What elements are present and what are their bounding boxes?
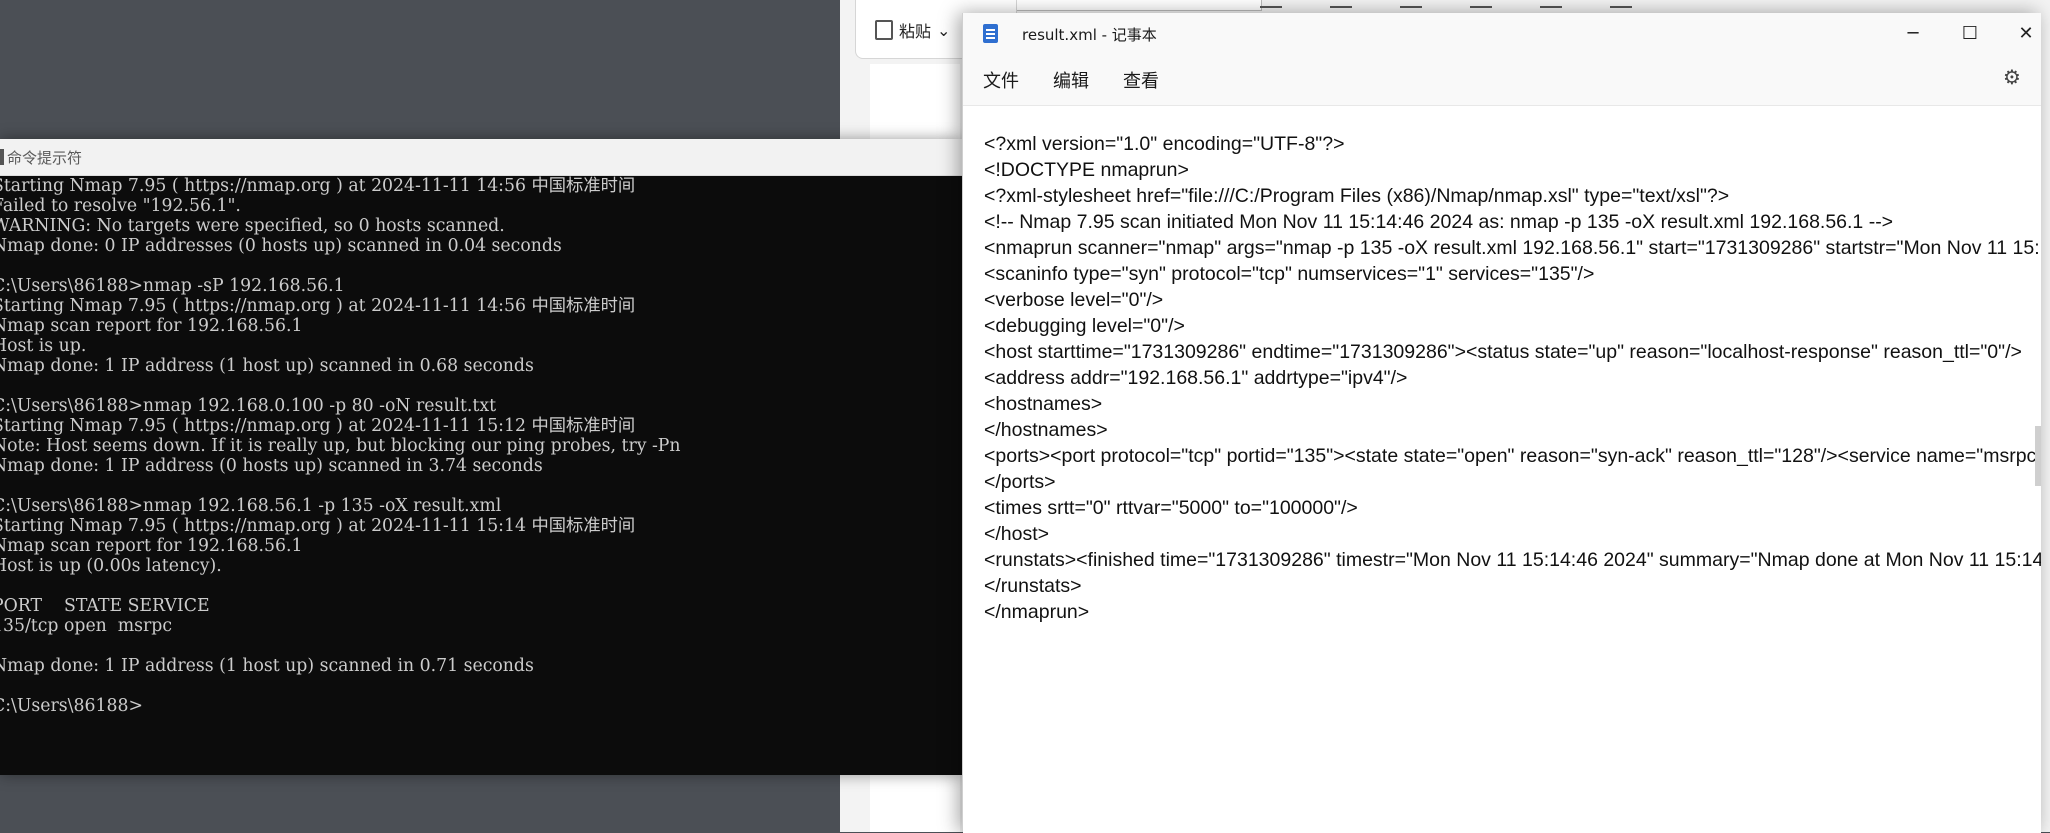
ribbon-icon[interactable] [1260,0,1282,8]
editor-line: <?xml-stylesheet href="file:///C:/Progra… [984,185,1730,207]
cmd-output-line: Starting Nmap 7.95 ( https://nmap.org ) … [0,176,636,196]
editor-line: </nmaprun> [984,601,1090,623]
cmd-output-line: Nmap done: 1 IP address (1 host up) scan… [0,656,534,676]
cmd-output-line [0,476,962,496]
editor-line: <verbose level="0"/> [984,289,1164,311]
editor-line: <runstats><finished time="1731309286" ti… [984,549,2041,571]
paste-button[interactable]: 粘贴 ⌄ [875,18,950,42]
cmd-title: 命令提示符 [7,149,83,167]
editor-line: <!DOCTYPE nmaprun> [984,159,1189,181]
ribbon-icon[interactable] [1400,0,1422,8]
cmd-output-line: C:\Users\86188>nmap -sP 192.168.56.1 [0,276,345,296]
cmd-output-line: Failed to resolve "192.56.1". [0,196,241,216]
cmd-output-line: Host is up. [0,336,87,356]
ribbon-icon[interactable] [1610,0,1632,8]
chevron-down-icon: ⌄ [937,20,951,40]
menu-view[interactable]: 查看 [1123,67,1159,93]
notepad-window[interactable]: result.xml - 记事本 ─ ☐ ✕ 文件 编辑 查看 ⚙ <?xml … [962,13,2041,833]
ribbon-icon[interactable] [1470,0,1492,8]
cmd-output-line: C:\Users\86188> [0,696,143,716]
cmd-output-line: PORT STATE SERVICE [0,596,210,616]
cmd-output-line: Starting Nmap 7.95 ( https://nmap.org ) … [0,296,636,316]
editor-line: </ports> [984,471,1056,493]
cmd-output-line [0,636,962,656]
editor-text[interactable]: <?xml version="1.0" encoding="UTF-8"?> <!… [984,131,2041,625]
menu-file[interactable]: 文件 [983,67,1019,93]
cmd-output-line [0,256,962,276]
editor-line: <host starttime="1731309286" endtime="17… [984,341,2022,363]
ribbon-icon[interactable] [1540,0,1562,8]
cmd-output-line: Starting Nmap 7.95 ( https://nmap.org ) … [0,416,636,436]
cmd-output-line: WARNING: No targets were specified, so 0… [0,216,505,236]
cmd-output-line: Nmap done: 1 IP address (0 hosts up) sca… [0,456,543,476]
cmd-output-line: 135/tcp open msrpc [0,616,173,636]
editor-line: </host> [984,523,1050,545]
editor-line: </runstats> [984,575,1082,597]
cmd-output-line [0,676,962,696]
editor-line: <address addr="192.168.56.1" addrtype="i… [984,367,1408,389]
cmd-output-line: C:\Users\86188>nmap 192.168.56.1 -p 135 … [0,496,502,516]
cmd-output-line: Host is up (0.00s latency). [0,556,222,576]
scrollbar[interactable] [2035,426,2041,486]
window-title: result.xml - 记事本 [1022,26,1157,44]
paste-label: 粘贴 [899,22,932,41]
cmd-output-line [0,376,962,396]
cmd-output[interactable]: Starting Nmap 7.95 ( https://nmap.org ) … [0,175,962,776]
terminal-icon [0,149,4,165]
menu-bar: 文件 编辑 查看 ⚙ [963,53,2041,105]
ribbon-icon[interactable] [1330,0,1352,8]
editor-line: <debugging level="0"/> [984,315,1185,337]
editor-line: <scaninfo type="syn" protocol="tcp" nums… [984,263,1595,285]
cmd-output-line: Nmap scan report for 192.168.56.1 [0,536,303,556]
cmd-titlebar[interactable]: 命令提示符 [0,139,962,176]
editor-line: <?xml version="1.0" encoding="UTF-8"?> [984,133,1345,155]
notepad-icon [983,24,998,43]
cmd-output-line: Starting Nmap 7.95 ( https://nmap.org ) … [0,516,636,536]
editor-line: <hostnames> [984,393,1103,415]
cmd-output-line [0,576,962,596]
cmd-output-line: Note: Host seems down. If it is really u… [0,436,681,456]
editor-line: <ports><port protocol="tcp" portid="135"… [984,445,2041,467]
command-prompt-window[interactable]: 命令提示符 Starting Nmap 7.95 ( https://nmap.… [0,139,962,775]
editor-line: <!-- Nmap 7.95 scan initiated Mon Nov 11… [984,211,1894,233]
editor-line: <nmaprun scanner="nmap" args="nmap -p 13… [984,237,2041,259]
menu-edit[interactable]: 编辑 [1053,67,1089,93]
clipboard-icon [875,20,893,40]
close-button[interactable]: ✕ [2006,19,2046,47]
background-font-box[interactable] [1010,0,1262,11]
gear-icon[interactable]: ⚙ [2003,65,2021,89]
editor-area[interactable]: <?xml version="1.0" encoding="UTF-8"?> <!… [963,105,2041,833]
maximize-button[interactable]: ☐ [1950,19,1990,47]
cmd-output-line: Nmap done: 0 IP addresses (0 hosts up) s… [0,236,562,256]
cmd-output-line: Nmap done: 1 IP address (1 host up) scan… [0,356,534,376]
editor-line: </hostnames> [984,419,1108,441]
notepad-titlebar[interactable]: result.xml - 记事本 ─ ☐ ✕ [963,13,2041,53]
cmd-output-line: Nmap scan report for 192.168.56.1 [0,316,303,336]
minimize-button[interactable]: ─ [1893,19,1933,47]
background-ribbon-icons [1260,0,1632,10]
cmd-output-line: C:\Users\86188>nmap 192.168.0.100 -p 80 … [0,396,497,416]
editor-line: <times srtt="0" rttvar="5000" to="100000… [984,497,1358,519]
